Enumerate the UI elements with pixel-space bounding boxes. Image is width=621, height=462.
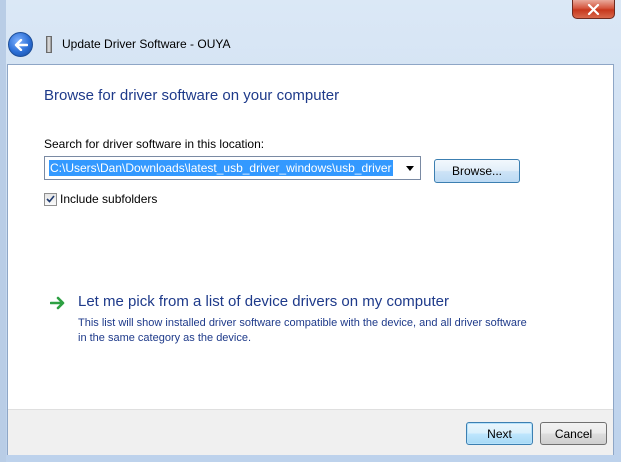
driver-path-value[interactable]: C:\Users\Dan\Downloads\latest_usb_driver… [49,160,393,176]
title-bar: Update Driver Software - OUYA [6,28,606,62]
next-button[interactable]: Next [466,422,533,445]
browse-button[interactable]: Browse... [434,159,520,183]
close-icon [587,3,600,15]
include-subfolders-checkbox[interactable] [44,192,57,206]
window-edge [0,0,6,462]
cancel-button[interactable]: Cancel [540,422,607,445]
dropdown-arrow-icon[interactable] [401,158,419,178]
driver-path-combobox[interactable]: C:\Users\Dan\Downloads\latest_usb_driver… [44,156,421,180]
pick-from-list-title[interactable]: Let me pick from a list of device driver… [78,293,449,310]
include-subfolders[interactable]: Include subfolders [44,191,157,207]
include-subfolders-label: Include subfolders [60,192,158,206]
search-location-label: Search for driver software in this locat… [44,137,265,151]
green-arrow-icon [50,296,65,310]
back-button[interactable] [8,32,33,57]
back-arrow-icon [14,38,28,51]
close-button[interactable] [572,0,615,19]
window-frame: Update Driver Software - OUYA Browse for… [0,0,621,462]
checkmark-icon [46,195,55,203]
usb-device-icon [46,36,52,53]
dialog-footer: Next Cancel [8,409,613,455]
page-heading: Browse for driver software on your compu… [44,87,340,104]
pick-from-list-description: This list will show installed driver sof… [78,317,527,344]
dialog-content: Browse for driver software on your compu… [7,64,614,455]
window-title: Update Driver Software - OUYA [62,37,231,51]
